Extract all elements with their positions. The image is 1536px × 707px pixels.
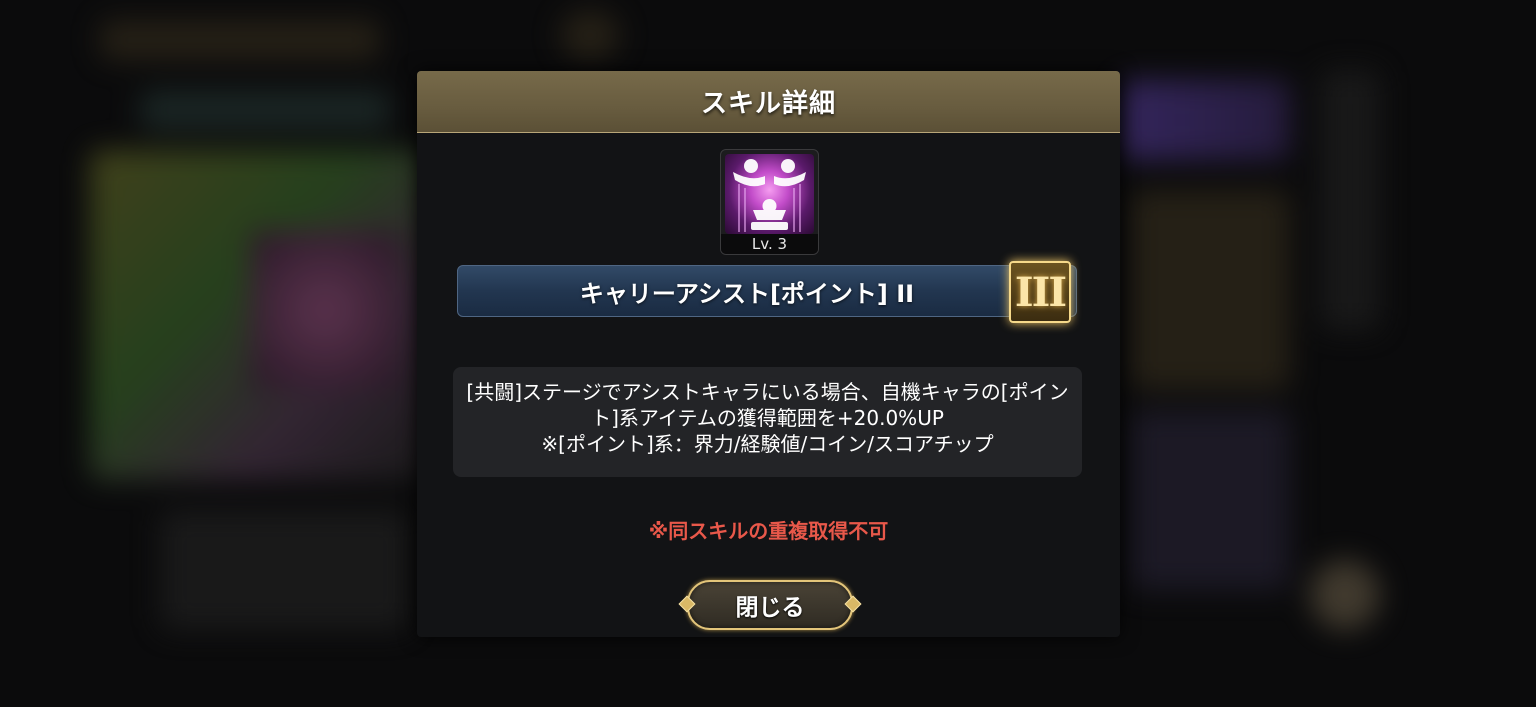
skill-rank-label: III xyxy=(1014,268,1067,316)
duplicate-note: ※同スキルの重複取得不可 xyxy=(648,519,889,543)
background-panel xyxy=(1320,70,1380,330)
background-panel xyxy=(250,230,400,390)
close-button[interactable]: 閉じる xyxy=(678,580,862,630)
skill-icon: Lv. 3 xyxy=(720,149,819,255)
skill-rank-badge: III xyxy=(1009,261,1071,323)
skill-name: キャリーアシスト[ポイント] II xyxy=(579,279,915,308)
skill-detail-dialog: スキル詳細 Lv. 3 キャリーアシスト[ポイント] II III [共闘]ステ… xyxy=(417,71,1120,637)
button-ornament xyxy=(844,595,862,613)
background-panel xyxy=(100,20,380,60)
background-panel xyxy=(1310,560,1380,630)
close-button-label: 閉じる xyxy=(735,595,805,621)
background-panel xyxy=(1130,190,1290,390)
carry-assist-icon xyxy=(725,154,814,234)
skill-level-label: Lv. 3 xyxy=(721,234,818,254)
dialog-header: スキル詳細 xyxy=(417,71,1120,133)
background-panel xyxy=(1130,410,1290,590)
description-line: [共闘]ステージでアシストキャラにいる場合、自機キャラの[ポイント]系アイテムの… xyxy=(466,380,1069,430)
skill-description: [共闘]ステージでアシストキャラにいる場合、自機キャラの[ポイント]系アイテムの… xyxy=(461,379,1074,457)
background-panel xyxy=(160,510,410,630)
background-panel xyxy=(560,10,620,60)
description-line: ※[ポイント]系：界力/経験値/コイン/スコアチップ xyxy=(541,432,994,456)
skill-description-box: [共闘]ステージでアシストキャラにいる場合、自機キャラの[ポイント]系アイテムの… xyxy=(453,367,1082,477)
background-panel xyxy=(1120,80,1290,160)
background-panel xyxy=(140,90,390,130)
skill-name-bar: キャリーアシスト[ポイント] II xyxy=(457,265,1077,317)
button-ornament xyxy=(678,595,696,613)
dialog-title: スキル詳細 xyxy=(700,89,836,119)
game-screen: スキル詳細 Lv. 3 キャリーアシスト[ポイント] II III [共闘]ステ… xyxy=(0,0,1536,707)
